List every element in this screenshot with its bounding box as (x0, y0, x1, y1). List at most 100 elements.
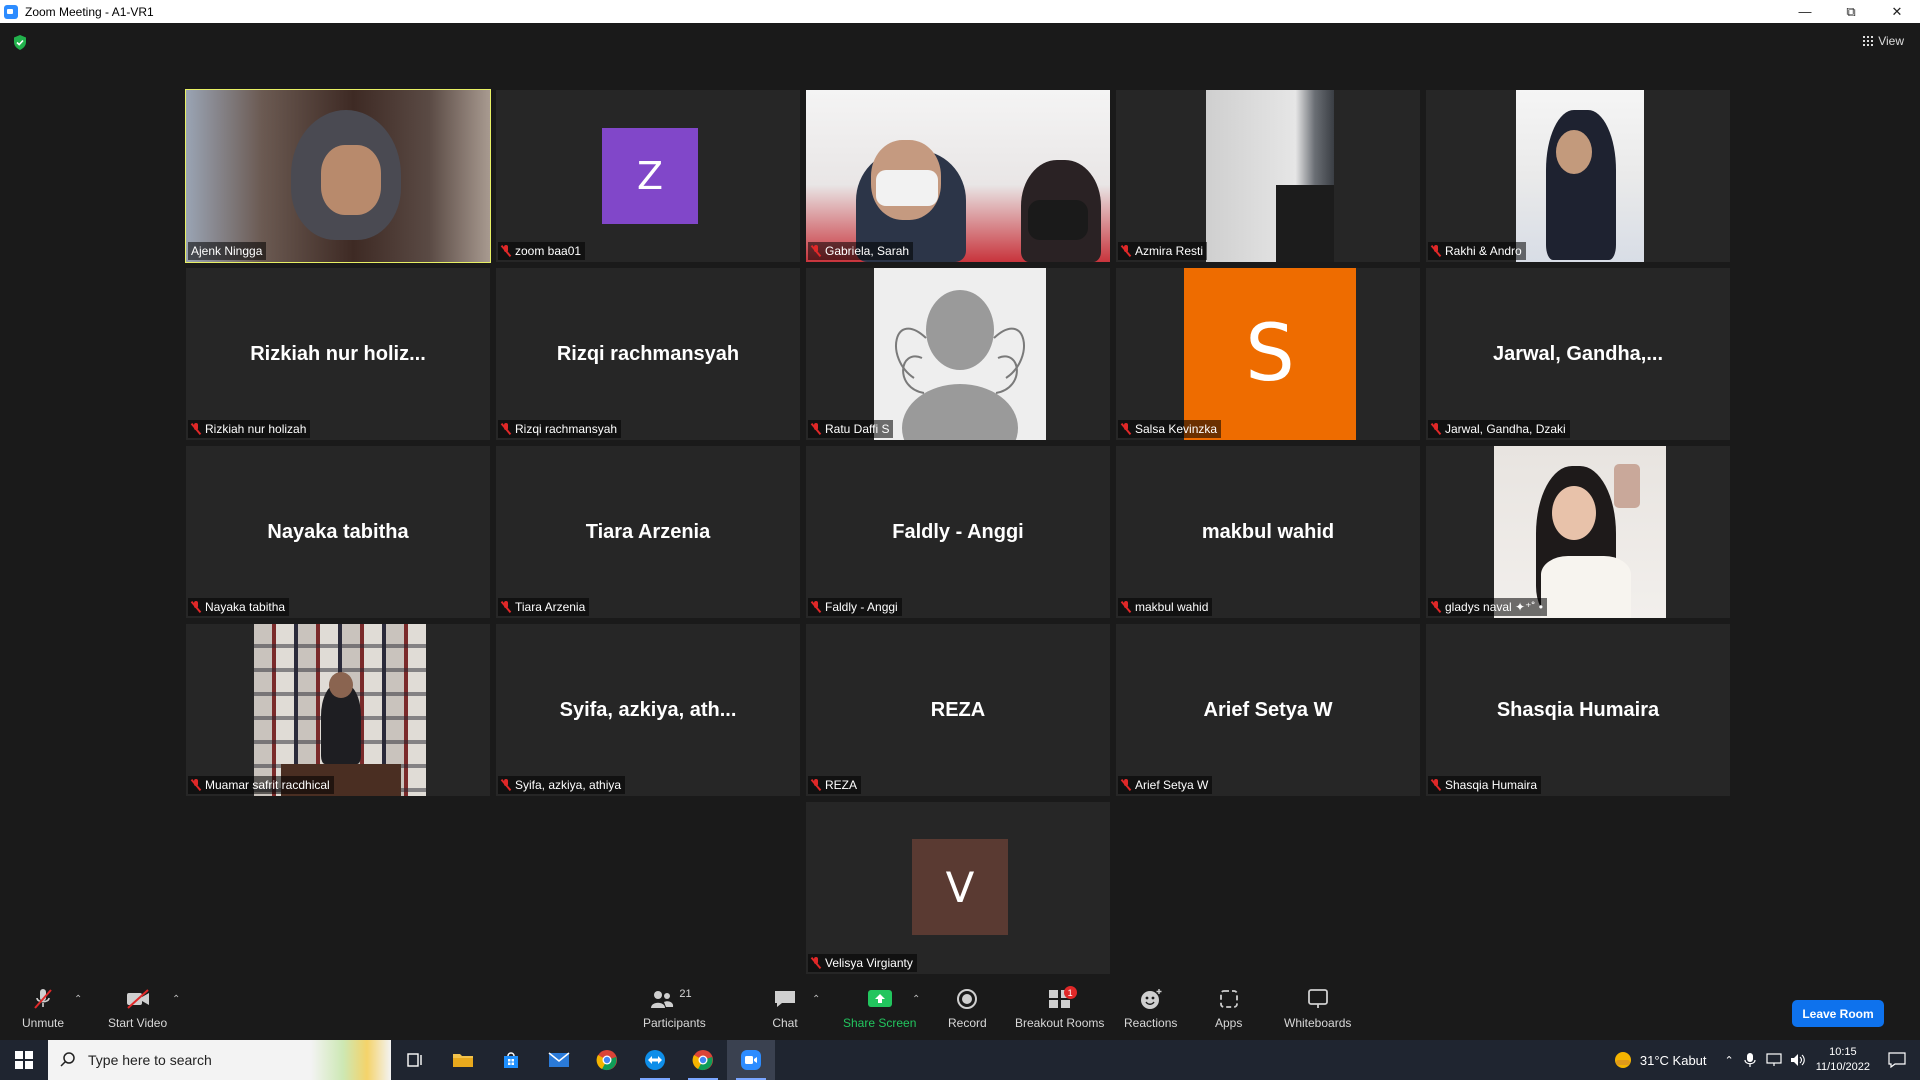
participant-tile[interactable]: Azmira Resti (1116, 90, 1420, 262)
participant-name-label: Nayaka tabitha (188, 598, 290, 616)
leave-room-button[interactable]: Leave Room (1792, 1000, 1884, 1027)
chat-button[interactable]: Chat (772, 988, 798, 1030)
participant-tile[interactable]: Ajenk Ningga (185, 89, 491, 263)
weather-icon (1614, 1052, 1631, 1068)
participant-display-name: Syifa, azkiya, ath... (559, 698, 737, 721)
close-button[interactable]: ✕ (1874, 0, 1920, 23)
participant-display-name: Rizqi rachmansyah (556, 342, 740, 365)
microphone-muted-icon (501, 245, 511, 257)
chevron-up-icon[interactable]: ⌃ (1725, 1054, 1734, 1067)
participant-video (1276, 185, 1334, 262)
participant-tile[interactable]: Ratu Daffi S (806, 268, 1110, 440)
task-view-icon (407, 1053, 422, 1067)
participant-tile[interactable]: REZA REZA (806, 624, 1110, 796)
participant-avatar: V (912, 839, 1008, 935)
participant-name-label: Rizkiah nur holizah (188, 420, 311, 438)
apps-icon (1219, 990, 1238, 1008)
chat-options-caret[interactable]: ⌃ (812, 994, 820, 1005)
participant-name-label: Syifa, azkiya, athiya (498, 776, 626, 794)
microphone-muted-icon (191, 601, 201, 613)
participant-tile[interactable]: Syifa, azkiya, ath... Syifa, azkiya, ath… (496, 624, 800, 796)
video-options-caret[interactable]: ⌃ (172, 994, 180, 1005)
view-label: View (1878, 34, 1904, 48)
participant-video (1552, 486, 1596, 540)
store-app[interactable] (487, 1040, 535, 1080)
view-button[interactable]: View (1863, 34, 1904, 48)
microphone-muted-icon (501, 779, 511, 791)
participant-tile[interactable]: Nayaka tabitha Nayaka tabitha (186, 446, 490, 618)
microphone-muted-icon (1121, 779, 1131, 791)
taskbar-clock[interactable]: 10:15 11/10/2022 (1816, 1045, 1870, 1075)
share-screen-button[interactable]: Share Screen (843, 988, 916, 1030)
folder-icon (453, 1054, 473, 1067)
share-options-caret[interactable]: ⌃ (912, 994, 920, 1005)
participant-tile[interactable]: Shasqia Humaira Shasqia Humaira (1426, 624, 1730, 796)
participant-tile[interactable]: Rizkiah nur holiz... Rizkiah nur holizah (186, 268, 490, 440)
meeting-toolbar: Unmute ⌃ Start Video ⌃ 21 Participants C… (0, 980, 1920, 1040)
task-view-button[interactable] (391, 1040, 439, 1080)
participant-tile[interactable]: Faldly - Anggi Faldly - Anggi (806, 446, 1110, 618)
participant-tile[interactable]: makbul wahid makbul wahid (1116, 446, 1420, 618)
weather-text[interactable]: 31°C Kabut (1640, 1053, 1707, 1068)
whiteboards-button[interactable]: Whiteboards (1284, 988, 1351, 1030)
unmute-button[interactable]: Unmute (22, 988, 64, 1030)
participant-name-label: Muamar safrit racdhical (188, 776, 334, 794)
participant-tile[interactable]: Tiara Arzenia Tiara Arzenia (496, 446, 800, 618)
microphone-icon[interactable] (1744, 1052, 1756, 1068)
restore-button[interactable]: ⧉ (1828, 0, 1874, 23)
mail-app[interactable] (535, 1040, 583, 1080)
teamviewer-app[interactable] (631, 1040, 679, 1080)
participant-avatar: S (1184, 268, 1356, 440)
participant-tile[interactable]: Rakhi & Andro (1426, 90, 1730, 262)
microphone-muted-icon (811, 245, 821, 257)
breakout-rooms-button[interactable]: 1 Breakout Rooms (1015, 986, 1104, 1030)
zoom-app[interactable] (727, 1040, 775, 1080)
grid-icon (1863, 36, 1874, 46)
participants-button[interactable]: 21 Participants (643, 988, 706, 1030)
apps-button[interactable]: Apps (1215, 988, 1242, 1030)
taskbar-search[interactable]: Type here to search (48, 1040, 391, 1080)
search-highlight-art (311, 1040, 391, 1080)
participant-display-name: makbul wahid (1201, 520, 1335, 543)
participant-tile[interactable]: gladys naval ✦⁺˚ • (1426, 446, 1730, 618)
microphone-muted-icon (1431, 423, 1441, 435)
participant-name-label: Salsa Kevinzka (1118, 420, 1222, 438)
participant-display-name: Faldly - Anggi (892, 520, 1024, 543)
window-titlebar: Zoom Meeting - A1-VR1 — ⧉ ✕ (0, 0, 1920, 23)
store-icon (504, 1052, 518, 1068)
search-placeholder: Type here to search (88, 1052, 212, 1068)
share-screen-icon (867, 990, 892, 1007)
participant-tile[interactable]: Gabriela, Sarah (806, 90, 1110, 262)
participant-name-label: Arief Setya W (1118, 776, 1213, 794)
microphone-muted-icon (811, 779, 821, 791)
volume-icon[interactable] (1790, 1053, 1806, 1067)
participant-tile[interactable]: Jarwal, Gandha,... Jarwal, Gandha, Dzaki (1426, 268, 1730, 440)
mail-icon (548, 1052, 570, 1067)
participant-display-name: Nayaka tabitha (267, 520, 409, 543)
file-explorer-app[interactable] (439, 1040, 487, 1080)
participant-tile[interactable]: Arief Setya W Arief Setya W (1116, 624, 1420, 796)
zoom-icon (741, 1050, 761, 1070)
microphone-muted-icon (1121, 245, 1131, 257)
participant-display-name: Rizkiah nur holiz... (250, 342, 426, 365)
participant-display-name: Shasqia Humaira (1496, 698, 1660, 721)
audio-options-caret[interactable]: ⌃ (74, 994, 82, 1005)
minimize-button[interactable]: — (1782, 0, 1828, 23)
participant-tile[interactable]: S Salsa Kevinzka (1116, 268, 1420, 440)
participant-tile[interactable]: Z zoom baa01 (496, 90, 800, 262)
chat-icon (775, 991, 795, 1007)
start-button[interactable] (0, 1040, 48, 1080)
window-title: Zoom Meeting - A1-VR1 (25, 4, 154, 19)
reactions-button[interactable]: Reactions (1124, 988, 1177, 1030)
shield-icon[interactable] (13, 35, 27, 50)
network-icon[interactable] (1766, 1053, 1782, 1067)
start-video-button[interactable]: Start Video (108, 988, 167, 1030)
participant-tile[interactable]: V Velisya Virgianty (806, 802, 1110, 974)
participant-tile[interactable]: Rizqi rachmansyah Rizqi rachmansyah (496, 268, 800, 440)
participant-tile[interactable]: Muamar safrit racdhical (186, 624, 490, 796)
chrome-profile-app[interactable] (679, 1040, 727, 1080)
notifications-icon[interactable] (1888, 1052, 1906, 1068)
participant-video (1614, 464, 1640, 508)
chrome-app[interactable] (583, 1040, 631, 1080)
record-button[interactable]: Record (948, 988, 987, 1030)
